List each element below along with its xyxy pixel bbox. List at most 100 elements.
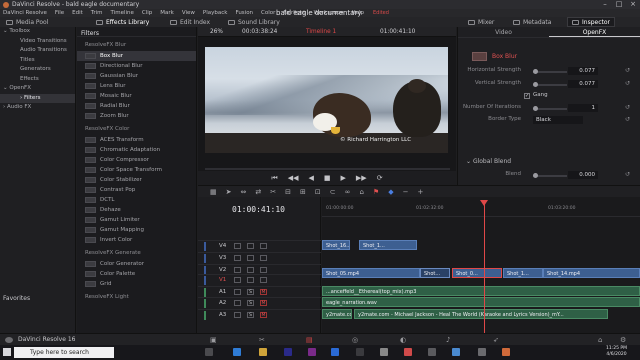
lock-icon[interactable] <box>234 267 241 273</box>
border-type-select[interactable]: Black <box>533 116 583 124</box>
lock-icon[interactable] <box>234 289 241 295</box>
auto-select-icon[interactable] <box>247 277 254 283</box>
menu-item-trim[interactable]: Trim <box>91 10 103 16</box>
value-field[interactable]: 0.077 <box>568 80 598 88</box>
menu-item-file[interactable]: File <box>55 10 64 16</box>
chrome-icon[interactable] <box>404 348 412 356</box>
clip-v2-shot[interactable]: Shot... <box>420 268 450 278</box>
auto-select-icon[interactable] <box>247 267 254 273</box>
reverse-icon[interactable]: ◀◀ <box>288 174 299 182</box>
viewer-scrubber[interactable] <box>205 168 450 170</box>
link-icon[interactable]: ∞ <box>345 188 351 196</box>
metadata-button[interactable]: Metadata <box>509 17 555 27</box>
filter-item[interactable]: Lens Blur <box>77 81 196 91</box>
mixer-button[interactable]: Mixer <box>464 17 498 27</box>
mute-button[interactable]: M <box>260 312 267 318</box>
tree-item-generators[interactable]: Generators <box>0 65 75 75</box>
tree-item-audio-fx[interactable]: › Audio FX <box>0 103 75 113</box>
value-field[interactable]: 1 <box>568 104 598 112</box>
windows-start-icon[interactable] <box>3 348 11 356</box>
track-header-v1[interactable]: V1 <box>198 274 321 285</box>
filter-item[interactable]: Color Compressor <box>77 155 196 165</box>
effects-library-button[interactable]: Effects Library <box>92 17 153 27</box>
track-header-v4[interactable]: V4 <box>198 240 321 251</box>
filter-item[interactable]: ACES Transform <box>77 135 196 145</box>
lock-icon[interactable] <box>234 243 241 249</box>
home-icon[interactable]: ⌂ <box>598 336 602 344</box>
music-icon[interactable] <box>478 348 486 356</box>
zoom-out-icon[interactable]: − <box>403 188 409 196</box>
tree-item-openfx[interactable]: ⌄ OpenFX <box>0 84 75 94</box>
filter-item[interactable]: Mosaic Blur <box>77 91 196 101</box>
menu-item-mark[interactable]: Mark <box>160 10 174 16</box>
video-enable-icon[interactable] <box>260 267 267 273</box>
solo-button[interactable]: S <box>247 312 254 318</box>
taskbar-search[interactable]: Type here to search <box>14 347 114 358</box>
slider-knob[interactable] <box>533 69 538 74</box>
menu-item-fusion[interactable]: Fusion <box>235 10 253 16</box>
maximize-icon[interactable]: □ <box>612 0 626 9</box>
clip-a2-narration[interactable]: eagle_narration.wav <box>322 297 640 307</box>
clip-v2-shot05[interactable]: Shot_05.mp4 <box>322 268 420 278</box>
mail-icon[interactable] <box>452 348 460 356</box>
clip-a1-music[interactable]: ...anceffeld__Ethereal(top_mix).mp3 <box>322 286 640 296</box>
slider-track[interactable] <box>533 108 567 110</box>
slider-track[interactable] <box>533 175 567 177</box>
tree-item-video-transitions[interactable]: Video Transitions <box>0 37 75 47</box>
dynamic-trim-icon[interactable]: ⇄ <box>255 188 261 196</box>
menu-item-view[interactable]: View <box>182 10 195 16</box>
marker-icon[interactable]: ◆ <box>388 188 393 196</box>
playhead[interactable] <box>484 200 485 333</box>
cut-page-icon[interactable]: ✂ <box>259 336 265 344</box>
track-header-a3[interactable]: A3 S M <box>198 309 321 320</box>
loop-icon[interactable]: ⟳ <box>377 174 383 182</box>
clip-v4-shot16[interactable]: Shot_16... <box>322 240 350 250</box>
clip-v2-shot14[interactable]: Shot_14.mp4 <box>543 268 640 278</box>
filter-item[interactable]: Box Blur <box>77 51 196 61</box>
filter-item[interactable]: Chromatic Adaptation <box>77 145 196 155</box>
color-page-icon[interactable]: ◐ <box>400 336 406 344</box>
menu-item-timeline[interactable]: Timeline <box>111 10 134 16</box>
video-enable-icon[interactable] <box>260 277 267 283</box>
filter-item[interactable]: Dehaze <box>77 205 196 215</box>
overwrite-icon[interactable]: ⊞ <box>300 188 306 196</box>
davinci-taskbar-icon[interactable] <box>356 348 364 356</box>
settings-taskbar-icon[interactable] <box>428 348 436 356</box>
play-reverse-icon[interactable]: ◀ <box>309 174 314 182</box>
tree-item-toolbox[interactable]: ⌄ Toolbox <box>0 27 75 37</box>
filter-item[interactable]: Color Stabilizer <box>77 175 196 185</box>
layout-icon[interactable]: ▦ <box>210 188 217 196</box>
filter-item[interactable]: Gamut Mapping <box>77 225 196 235</box>
reset-icon[interactable]: ↺ <box>625 171 630 178</box>
after-effects-icon[interactable] <box>308 348 316 356</box>
filter-item[interactable]: DCTL <box>77 195 196 205</box>
tab-video[interactable]: Video <box>458 27 549 37</box>
filter-item[interactable]: Contrast Pop <box>77 185 196 195</box>
clip-v4-shot1[interactable]: Shot_1... <box>359 240 417 250</box>
timeline-viewer[interactable]: © Richard Harrington LLC <box>198 37 456 171</box>
premiere-icon[interactable] <box>284 348 292 356</box>
slider-knob[interactable] <box>533 82 538 87</box>
settings-gear-icon[interactable]: ⚙ <box>620 336 626 344</box>
solo-button[interactable]: S <box>247 289 254 295</box>
tree-item-audio-transitions[interactable]: Audio Transitions <box>0 46 75 56</box>
filter-item[interactable]: Gamut Limiter <box>77 215 196 225</box>
video-enable-icon[interactable] <box>260 243 267 249</box>
timeline-name[interactable]: Timeline 1 <box>306 29 336 35</box>
solo-button[interactable]: S <box>247 300 254 306</box>
zoom-level[interactable]: 26% <box>210 29 223 35</box>
filter-item[interactable]: Zoom Blur <box>77 111 196 121</box>
filter-item[interactable]: Color Generator <box>77 259 196 269</box>
lock-icon[interactable] <box>234 312 241 318</box>
tree-item-effects[interactable]: Effects <box>0 75 75 85</box>
media-page-icon[interactable]: ▣ <box>210 336 217 344</box>
menu-item-davinci[interactable]: DaVinci Resolve <box>3 10 47 16</box>
value-field[interactable]: 0.077 <box>568 67 598 75</box>
taskbar-clock[interactable]: 11:25 PM 4/6/2020 <box>606 346 627 358</box>
tab-openfx[interactable]: OpenFX <box>549 27 640 37</box>
reset-icon[interactable]: ↺ <box>625 80 630 87</box>
lock-icon[interactable] <box>234 277 241 283</box>
select-tool-icon[interactable]: ➤ <box>226 188 232 196</box>
edge-icon[interactable] <box>233 348 241 356</box>
reset-icon[interactable]: ↺ <box>625 116 630 123</box>
